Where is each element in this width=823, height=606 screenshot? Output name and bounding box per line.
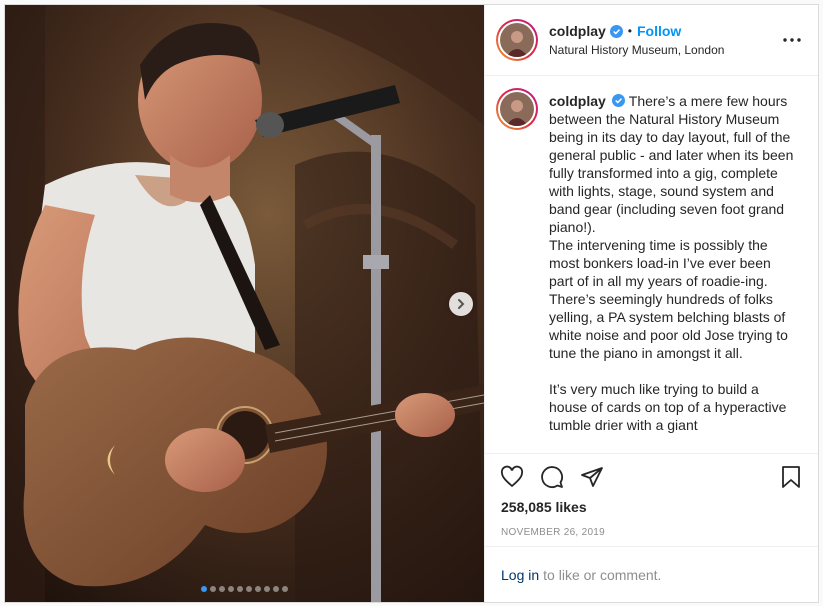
- carousel-dot: [273, 586, 279, 592]
- carousel-dot: [210, 586, 216, 592]
- comments-area[interactable]: coldplay There’s a mere few hours between…: [485, 76, 818, 453]
- login-prompt: Log in to like or comment.: [485, 546, 818, 602]
- caption-username[interactable]: coldplay: [549, 93, 606, 109]
- verified-badge-icon: [611, 94, 625, 107]
- carousel-dot: [246, 586, 252, 592]
- carousel-dot: [201, 586, 207, 592]
- comment-button[interactable]: [539, 464, 565, 490]
- separator: •: [627, 24, 632, 38]
- action-bar: [485, 453, 818, 499]
- name-row: coldplay • Follow: [549, 23, 780, 39]
- heart-icon: [500, 465, 524, 487]
- chevron-right-icon: [458, 299, 465, 309]
- carousel-dot: [237, 586, 243, 592]
- post-date[interactable]: November 26, 2019: [485, 527, 818, 538]
- avatar[interactable]: [496, 19, 538, 61]
- post-sidebar: coldplay • Follow Natural History Museum…: [484, 5, 818, 602]
- post-photo: [5, 5, 484, 602]
- instagram-post: coldplay • Follow Natural History Museum…: [4, 4, 819, 603]
- caption-avatar[interactable]: [496, 88, 538, 130]
- caption-text: There’s a mere few hours between the Nat…: [549, 93, 794, 433]
- carousel-dot: [219, 586, 225, 592]
- avatar-image: [500, 92, 534, 126]
- login-suffix: to like or comment.: [543, 566, 662, 583]
- carousel-indicator: [5, 586, 484, 592]
- carousel-next-button[interactable]: [449, 292, 473, 316]
- verified-badge-icon: [609, 24, 623, 38]
- carousel-dot: [228, 586, 234, 592]
- share-button[interactable]: [579, 464, 605, 490]
- like-button[interactable]: [499, 464, 525, 490]
- carousel-dot: [255, 586, 261, 592]
- post-header: coldplay • Follow Natural History Museum…: [485, 5, 818, 76]
- bookmark-icon: [782, 465, 800, 488]
- more-options-button[interactable]: [780, 28, 804, 52]
- share-icon: [581, 466, 603, 487]
- login-link[interactable]: Log in: [501, 567, 539, 583]
- likes-count[interactable]: 258,085 likes: [485, 499, 818, 515]
- post-media[interactable]: [5, 5, 484, 602]
- follow-button[interactable]: Follow: [637, 23, 681, 39]
- avatar-image: [500, 23, 534, 57]
- more-options-icon: [783, 38, 801, 42]
- username[interactable]: coldplay: [549, 23, 606, 39]
- caption: coldplay There’s a mere few hours between…: [549, 92, 797, 453]
- carousel-dot: [264, 586, 270, 592]
- carousel-dot: [282, 586, 288, 592]
- header-text: coldplay • Follow Natural History Museum…: [549, 23, 780, 57]
- comment-icon: [541, 465, 563, 488]
- location-link[interactable]: Natural History Museum, London: [549, 43, 780, 57]
- save-button[interactable]: [778, 464, 804, 490]
